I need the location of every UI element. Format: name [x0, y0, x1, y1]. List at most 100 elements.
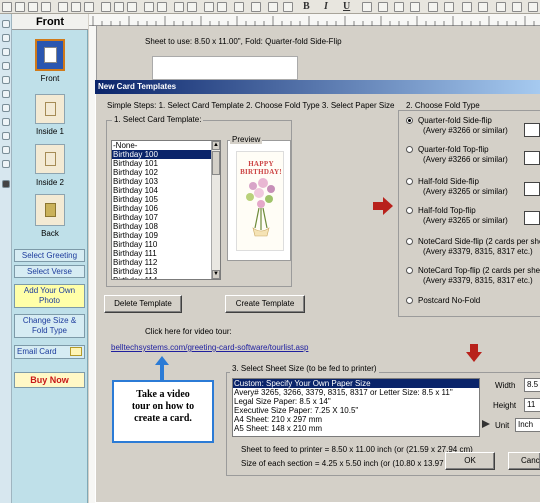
align-bottom-icon[interactable] [410, 2, 420, 12]
heart-tool-icon[interactable] [2, 146, 10, 154]
print-preview-icon[interactable] [101, 2, 111, 12]
zoom-in-icon[interactable] [187, 2, 197, 12]
redo-icon[interactable] [71, 2, 81, 12]
fill-icon[interactable] [251, 2, 261, 12]
scroll-down-icon[interactable]: ▼ [212, 270, 220, 279]
sheet-size-item[interactable]: A4 Sheet: 210 x 297 mm [233, 415, 479, 424]
help-icon[interactable] [512, 2, 522, 12]
paste-icon[interactable] [41, 2, 51, 12]
radio-button[interactable] [406, 146, 413, 153]
video-tour-callout[interactable]: Take a video tour on how to create a car… [112, 380, 214, 443]
open-icon[interactable] [127, 2, 137, 12]
image-icon[interactable] [144, 2, 154, 12]
height-input[interactable]: 11 [524, 398, 540, 412]
template-listbox[interactable]: -None- Birthday 100 Birthday 101 Birthday 1… [111, 140, 221, 280]
text-tool-icon[interactable] [2, 34, 10, 42]
sheet-size-listbox[interactable]: Custom: Specify Your Own Paper Size Avery… [232, 378, 480, 437]
cancel-button[interactable]: Canc [508, 452, 540, 470]
flip-icon[interactable] [428, 2, 438, 12]
polygon-tool-icon[interactable] [2, 104, 10, 112]
template-item[interactable]: Birthday 107 [112, 213, 220, 222]
align-center-icon[interactable] [378, 2, 388, 12]
email-card-button[interactable]: Email Card [14, 345, 85, 359]
ok-button[interactable]: OK [445, 452, 495, 470]
template-item[interactable]: Birthday 103 [112, 177, 220, 186]
page-thumb-inside1[interactable] [35, 94, 65, 124]
template-item[interactable]: Birthday 108 [112, 222, 220, 231]
template-item[interactable]: Birthday 112 [112, 258, 220, 267]
rotate-icon[interactable] [444, 2, 454, 12]
cut-icon[interactable] [15, 2, 25, 12]
change-size-button[interactable]: Change Size & Fold Type [14, 314, 85, 338]
template-item[interactable]: Birthday 104 [112, 186, 220, 195]
layer-icon[interactable] [462, 2, 472, 12]
grid-icon[interactable] [204, 2, 214, 12]
sheet-size-item[interactable]: A5 Sheet: 148 x 210 mm [233, 424, 479, 433]
unit-select[interactable]: Inch [515, 418, 540, 432]
select-greeting-button[interactable]: Select Greeting [14, 249, 85, 262]
template-item[interactable]: Birthday 100 [112, 150, 220, 159]
video-tour-link[interactable]: belltechsystems.com/greeting-card-softwa… [111, 343, 308, 352]
print-icon[interactable] [114, 2, 124, 12]
template-item[interactable]: Birthday 110 [112, 240, 220, 249]
delete-icon[interactable] [84, 2, 94, 12]
line-tool-icon[interactable] [2, 48, 10, 56]
add-photo-button[interactable]: Add Your Own Photo [14, 284, 85, 308]
template-item[interactable]: Birthday 109 [112, 231, 220, 240]
page-thumb-inside2[interactable] [35, 144, 65, 174]
sheet-size-item[interactable]: Avery# 3265, 3266, 3379, 8315, 8317 or L… [233, 388, 479, 397]
template-scrollbar[interactable]: ▲ ▼ [211, 141, 220, 279]
star-tool-icon[interactable] [2, 132, 10, 140]
template-item[interactable]: Birthday 111 [112, 249, 220, 258]
template-item[interactable]: -None- [112, 141, 220, 150]
radio-button[interactable] [406, 207, 413, 214]
copy-icon[interactable] [28, 2, 38, 12]
settings-icon[interactable] [496, 2, 506, 12]
width-input[interactable]: 8.5 [524, 378, 540, 392]
rect-tool-icon[interactable] [2, 62, 10, 70]
buy-now-button[interactable]: Buy Now [14, 372, 85, 388]
template-item[interactable]: Birthday 102 [112, 168, 220, 177]
select-verse-button[interactable]: Select Verse [14, 265, 85, 278]
image-tool-icon[interactable] [2, 180, 10, 188]
align-left-icon[interactable] [362, 2, 372, 12]
select-tool-icon[interactable] [2, 20, 10, 28]
rounded-rect-tool-icon[interactable] [2, 90, 10, 98]
curve-tool-icon[interactable] [2, 160, 10, 168]
radio-button[interactable] [406, 267, 413, 274]
template-item[interactable]: Birthday 113 [112, 267, 220, 276]
align-icon[interactable] [283, 2, 293, 12]
template-item[interactable]: Birthday 101 [112, 159, 220, 168]
delete-template-button[interactable]: Delete Template [104, 295, 182, 313]
save-icon[interactable] [2, 2, 12, 12]
template-item[interactable]: Birthday 114 [112, 276, 220, 279]
ellipse-tool-icon[interactable] [2, 76, 10, 84]
arrow-tool-icon[interactable] [2, 118, 10, 126]
underline-button[interactable]: U [343, 1, 350, 12]
page-thumb-front[interactable] [35, 39, 65, 71]
create-template-button[interactable]: Create Template [225, 295, 305, 313]
radio-button[interactable] [406, 297, 413, 304]
zoom-out-icon[interactable] [174, 2, 184, 12]
extra-icon[interactable] [528, 2, 538, 12]
italic-button[interactable]: I [324, 1, 328, 12]
sheet-size-item[interactable]: Executive Size Paper: 7.25 X 10.5" [233, 406, 479, 415]
shape-icon[interactable] [217, 2, 227, 12]
radio-button[interactable] [406, 178, 413, 185]
template-item[interactable]: Birthday 105 [112, 195, 220, 204]
picture-icon[interactable] [157, 2, 167, 12]
sheet-size-item[interactable]: Legal Size Paper: 8.5 x 14" [233, 397, 479, 406]
group-icon[interactable] [478, 2, 488, 12]
radio-button[interactable] [406, 117, 413, 124]
radio-button[interactable] [406, 238, 413, 245]
template-item[interactable]: Birthday 106 [112, 204, 220, 213]
align-right-icon[interactable] [394, 2, 404, 12]
scroll-thumb[interactable] [212, 151, 220, 175]
color-icon[interactable] [234, 2, 244, 12]
page-thumb-back[interactable] [35, 194, 65, 226]
bold-button[interactable]: B [303, 1, 310, 12]
undo-icon[interactable] [58, 2, 68, 12]
scroll-up-icon[interactable]: ▲ [212, 141, 220, 150]
sheet-size-item[interactable]: Custom: Specify Your Own Paper Size [233, 379, 479, 388]
font-color-icon[interactable] [268, 2, 278, 12]
